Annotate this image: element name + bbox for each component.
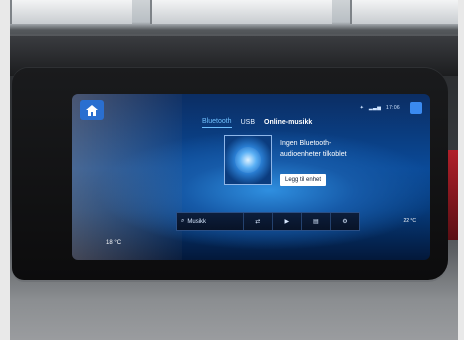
music-search-button[interactable]: ⌕ Musikk (177, 213, 243, 230)
shuffle-icon: ⇄ (255, 219, 261, 225)
library-icon: ▤ (313, 219, 319, 225)
home-icon (86, 104, 98, 116)
play-icon: ▶ (284, 219, 290, 225)
garage-window-center (150, 0, 332, 24)
temperature-left[interactable]: 18 °C (106, 240, 121, 246)
library-button[interactable]: ▤ (300, 213, 330, 230)
car-interior-photo: ✦ ▂▃▅ 17:06 Bluetooth USB Online-musikk … (10, 0, 458, 340)
menu-button[interactable] (410, 102, 422, 114)
tab-online-music[interactable]: Online-musikk (264, 119, 312, 128)
garage-window-left (10, 0, 132, 24)
disc-icon (235, 147, 261, 173)
settings-button[interactable]: ⚙ (329, 213, 359, 230)
status-time: 17:06 (385, 105, 400, 111)
play-button[interactable]: ▶ (271, 213, 301, 230)
music-search-label: Musikk (187, 218, 207, 225)
shuffle-button[interactable]: ⇄ (242, 213, 272, 230)
infotainment-screen: ✦ ▂▃▅ 17:06 Bluetooth USB Online-musikk … (72, 94, 430, 260)
garage-window-right (350, 0, 458, 24)
no-device-message: Ingen Bluetooth- audioenheter tilkoblet (280, 138, 370, 160)
temperature-right[interactable]: 22 °C (403, 218, 416, 224)
tab-bluetooth[interactable]: Bluetooth (202, 118, 232, 128)
home-button[interactable] (80, 100, 104, 120)
message-line-1: Ingen Bluetooth- (280, 140, 332, 147)
red-trim-accent (448, 150, 458, 240)
settings-icon: ⚙ (342, 219, 348, 225)
tab-usb[interactable]: USB (241, 119, 255, 128)
media-control-bar: ⌕ Musikk ⇄ ▶ ▤ ⚙ (176, 212, 360, 231)
media-source-tabs: Bluetooth USB Online-musikk (202, 118, 312, 128)
album-art-placeholder (224, 135, 272, 185)
message-line-2: audioenheter tilkoblet (280, 151, 347, 158)
search-icon: ⌕ (181, 218, 185, 224)
signal-icon: ▂▃▅ (368, 105, 382, 111)
wifi-icon: ✦ (359, 105, 365, 111)
status-bar: ✦ ▂▃▅ 17:06 (357, 105, 400, 111)
add-device-button[interactable]: Legg til enhet (280, 174, 327, 186)
